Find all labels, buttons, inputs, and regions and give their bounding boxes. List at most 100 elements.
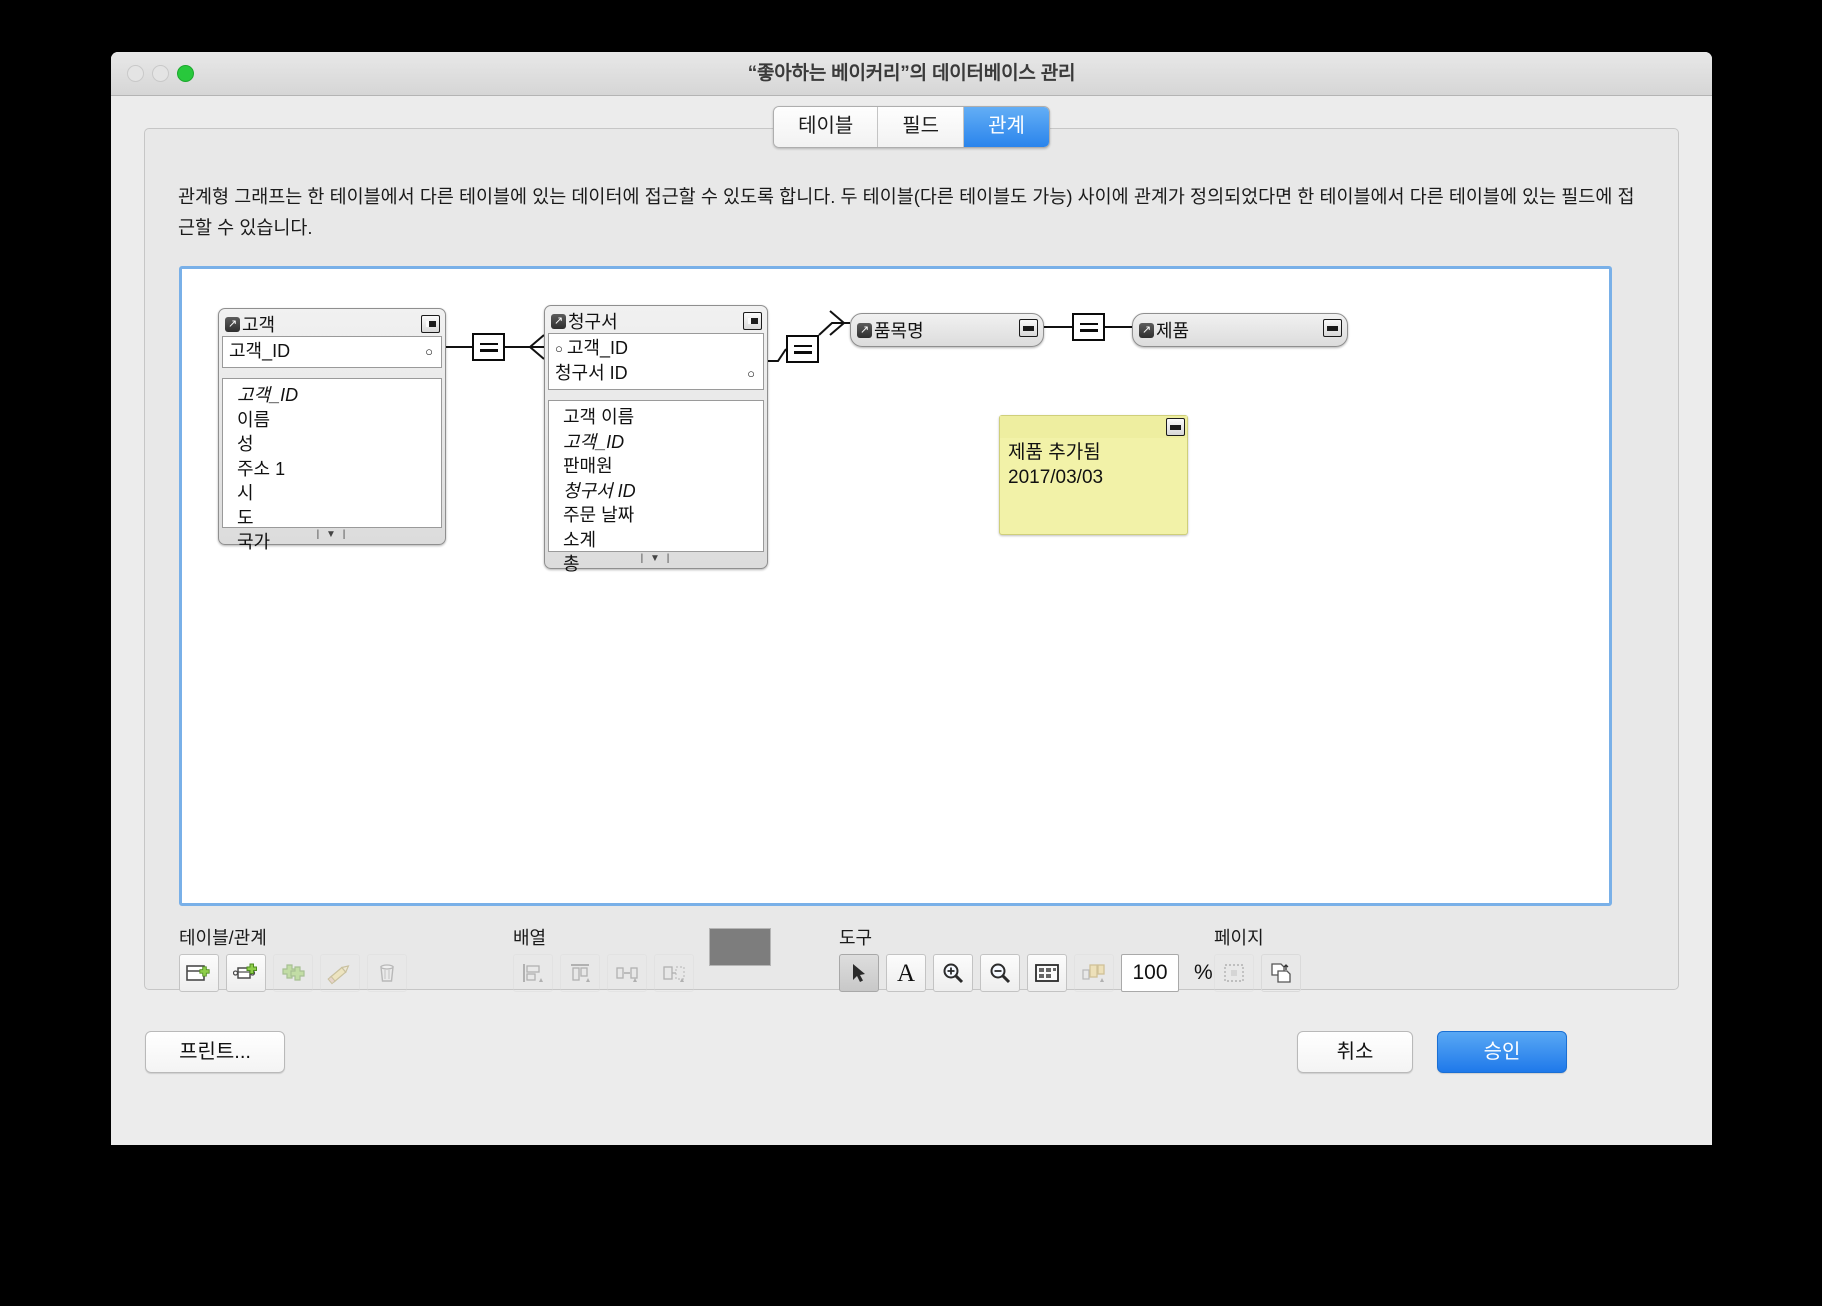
sticky-note[interactable]: 제품 추가됨 2017/03/03 <box>999 415 1188 535</box>
toolbar-group-page: 페이지 <box>1214 924 1301 992</box>
table-box-products[interactable]: ↗ 제품 <box>1132 313 1348 347</box>
tab-tables[interactable]: 테이블 <box>774 107 879 147</box>
text-tool-button[interactable]: A <box>886 954 926 992</box>
table-header[interactable]: ↗ 품목명 <box>854 316 1040 344</box>
duplicate-button[interactable] <box>273 954 313 992</box>
toolbar-group-color <box>709 924 771 966</box>
dialog-footer: 프린트... 취소 승인 <box>111 1011 1712 1111</box>
page-breaks-button[interactable] <box>1214 954 1254 992</box>
field-row: 이름 <box>237 409 271 430</box>
table-resize-grip[interactable]: | ▼ | <box>548 552 764 565</box>
close-button[interactable] <box>127 65 144 82</box>
relationship-operator-equals[interactable] <box>786 335 819 363</box>
field-row: 판매원 <box>563 456 613 476</box>
collapse-icon[interactable] <box>743 312 762 330</box>
relation-endpoint-dot: ○ <box>555 341 563 356</box>
ok-button[interactable]: 승인 <box>1437 1031 1567 1073</box>
pointer-tool-button[interactable] <box>839 954 879 992</box>
field-row: 성 <box>237 434 254 454</box>
field-row: 청구서 ID <box>563 480 636 501</box>
table-name: 고객 <box>242 315 276 335</box>
table-header[interactable]: ↗ 청구서 <box>548 309 764 333</box>
collapse-icon[interactable] <box>421 315 440 333</box>
field-row: 소계 <box>563 529 597 550</box>
edit-button[interactable] <box>320 954 360 992</box>
zoom-level-input[interactable]: 100 <box>1121 954 1179 992</box>
distribute-button[interactable] <box>607 954 647 992</box>
cancel-button[interactable]: 취소 <box>1297 1031 1413 1073</box>
note-line-1: 제품 추가됨 <box>1008 442 1101 463</box>
window-title: “좋아하는 베이커리”의 데이터베이스 관리 <box>747 63 1076 84</box>
relation-endpoint-dot: ○ <box>747 366 755 381</box>
note-collapse-icon[interactable] <box>1166 418 1185 436</box>
align-top-button[interactable] <box>560 954 600 992</box>
resize-to-fit-button[interactable] <box>654 954 694 992</box>
note-header[interactable] <box>1000 416 1187 438</box>
field-row: 고객 이름 <box>563 407 635 427</box>
selected-objects-button[interactable] <box>1074 954 1114 992</box>
table-box-line-items[interactable]: ↗ 품목명 <box>850 313 1044 347</box>
table-header[interactable]: ↗ 제품 <box>1136 316 1344 344</box>
field-row: 도 <box>237 507 254 528</box>
table-box-invoices[interactable]: ↗ 청구서 ○ 고객_ID 청구서 ID ○ 고객 이름 고객_ID 판매원 청… <box>544 305 768 574</box>
window-controls <box>127 65 194 82</box>
relationship-operator-equals[interactable] <box>1072 313 1105 341</box>
toolbar-group-label: 배열 <box>513 928 547 948</box>
graph-toolbar: 테이블/관계 배열 도구 A 100 % 페이지 <box>179 924 1619 994</box>
expand-icon[interactable] <box>1323 319 1342 337</box>
table-key-list: 고객_ID ○ <box>222 336 442 368</box>
note-line-2: 2017/03/03 <box>1008 467 1104 488</box>
toolbar-group-tables: 테이블/관계 <box>179 924 407 992</box>
fit-window-button[interactable] <box>1027 954 1067 992</box>
panel-description: 관계형 그래프는 한 테이블에서 다른 테이블에 있는 데이터에 접근할 수 있… <box>178 186 1635 238</box>
database-manager-window: “좋아하는 베이커리”의 데이터베이스 관리 테이블 필드 관계 관계형 그래프… <box>111 52 1712 1145</box>
table-header[interactable]: ↗ 고객 <box>222 312 442 336</box>
toolbar-group-label: 도구 <box>839 928 873 948</box>
zoom-percent-label: % <box>1194 961 1213 984</box>
table-source-arrow-icon: ↗ <box>551 313 566 329</box>
key-field-name: 고객_ID <box>229 341 291 361</box>
key-row: 고객_ID ○ <box>229 339 435 364</box>
relationship-graph-canvas[interactable]: ↗ 고객 고객_ID ○ 고객_ID 이름 성 주소 1 시 도 국가 | ▼ … <box>179 266 1612 906</box>
align-left-button[interactable] <box>513 954 553 992</box>
new-relationship-button[interactable] <box>226 954 266 992</box>
relation-endpoint-dot: ○ <box>425 344 433 359</box>
zoom-in-tool-button[interactable] <box>933 954 973 992</box>
table-name: 품목명 <box>874 321 924 341</box>
field-row: 주소 1 <box>237 458 286 479</box>
toolbar-group-tools: 도구 A 100 % <box>839 924 1213 992</box>
tab-bar: 테이블 필드 관계 <box>145 106 1678 148</box>
page-setup-button[interactable] <box>1261 954 1301 992</box>
tab-fields[interactable]: 필드 <box>878 107 965 147</box>
table-key-list: ○ 고객_ID 청구서 ID ○ <box>548 333 764 390</box>
print-button[interactable]: 프린트... <box>145 1031 285 1073</box>
new-table-button[interactable] <box>179 954 219 992</box>
field-row: 고객_ID <box>563 431 625 452</box>
delete-button[interactable] <box>367 954 407 992</box>
table-field-list: 고객_ID 이름 성 주소 1 시 도 국가 <box>222 378 442 552</box>
field-row: 고객_ID <box>237 385 299 405</box>
zoom-button[interactable] <box>177 65 194 82</box>
window-body: 테이블 필드 관계 관계형 그래프는 한 테이블에서 다른 테이블에 있는 데이… <box>111 96 1712 1145</box>
color-swatch-button[interactable] <box>709 928 771 966</box>
key-row: ○ 고객_ID <box>555 336 757 361</box>
zoom-out-tool-button[interactable] <box>980 954 1020 992</box>
toolbar-group-arrange: 배열 <box>513 924 694 992</box>
table-divider <box>222 368 442 378</box>
key-field-name: 고객_ID <box>566 338 628 358</box>
table-divider <box>548 390 764 400</box>
tab-relationships[interactable]: 관계 <box>964 107 1049 147</box>
key-row: 청구서 ID ○ <box>555 361 757 386</box>
relationship-operator-equals[interactable] <box>472 333 505 361</box>
minimize-button[interactable] <box>152 65 169 82</box>
expand-icon[interactable] <box>1019 319 1038 337</box>
table-box-customers[interactable]: ↗ 고객 고객_ID ○ 고객_ID 이름 성 주소 1 시 도 국가 | ▼ … <box>218 308 446 552</box>
note-body: 제품 추가됨 2017/03/03 <box>1000 438 1187 496</box>
table-source-arrow-icon: ↗ <box>225 316 240 332</box>
window-titlebar: “좋아하는 베이커리”의 데이터베이스 관리 <box>111 52 1712 96</box>
table-name: 청구서 <box>568 312 618 332</box>
table-source-arrow-icon: ↗ <box>857 322 872 338</box>
table-name: 제품 <box>1156 321 1190 341</box>
toolbar-group-label: 페이지 <box>1214 928 1264 948</box>
toolbar-group-label: 테이블/관계 <box>179 928 267 948</box>
